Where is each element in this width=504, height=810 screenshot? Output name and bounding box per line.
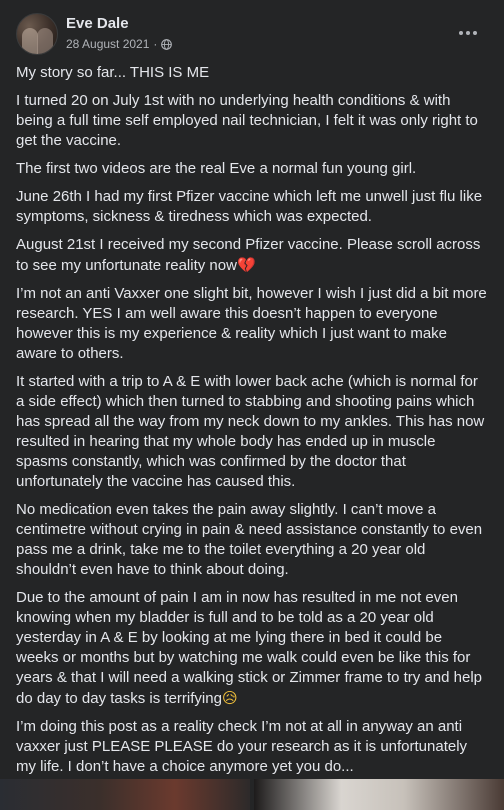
dot xyxy=(473,31,477,35)
avatar[interactable] xyxy=(16,13,58,55)
dot xyxy=(459,31,463,35)
post-date[interactable]: 28 August 2021 xyxy=(66,37,149,51)
avatar-figure xyxy=(37,28,53,54)
author-name[interactable]: Eve Dale xyxy=(66,15,129,32)
facebook-post: Eve Dale 28 August 2021 · My story so fa… xyxy=(0,0,504,810)
post-paragraph: It started with a trip to A & E with low… xyxy=(16,373,485,490)
dot xyxy=(466,31,470,35)
post-paragraph: August 21st I received my second Pfizer … xyxy=(16,236,481,274)
media-thumbnail[interactable] xyxy=(0,779,250,810)
media-thumbnail[interactable] xyxy=(254,779,504,810)
post-media xyxy=(0,779,504,810)
post-paragraph: The first two videos are the real Eve a … xyxy=(16,160,417,177)
post-paragraph: No medication even takes the pain away s… xyxy=(16,501,483,578)
sad-face-emoji: 😥 xyxy=(221,689,238,707)
globe-icon[interactable] xyxy=(161,38,173,50)
post-header: Eve Dale 28 August 2021 · xyxy=(16,13,492,57)
meta-separator: · xyxy=(153,37,158,51)
post-paragraph: Due to the amount of pain I am in now ha… xyxy=(16,589,483,707)
broken-heart-emoji: 💔 xyxy=(236,256,256,274)
post-meta: 28 August 2021 · xyxy=(66,37,173,51)
post-paragraph: I’m not an anti Vaxxer one slight bit, h… xyxy=(16,285,487,362)
avatar-figure xyxy=(22,28,38,54)
post-paragraph: June 26th I had my first Pfizer vaccine … xyxy=(16,188,483,225)
post-body: My story so far... THIS IS ME I turned 2… xyxy=(16,63,488,785)
post-paragraph: My story so far... THIS IS ME xyxy=(16,64,210,81)
more-options-icon[interactable] xyxy=(456,21,480,45)
post-paragraph: I turned 20 on July 1st with no underlyi… xyxy=(16,92,478,149)
post-paragraph: I’m doing this post as a reality check I… xyxy=(16,718,468,775)
